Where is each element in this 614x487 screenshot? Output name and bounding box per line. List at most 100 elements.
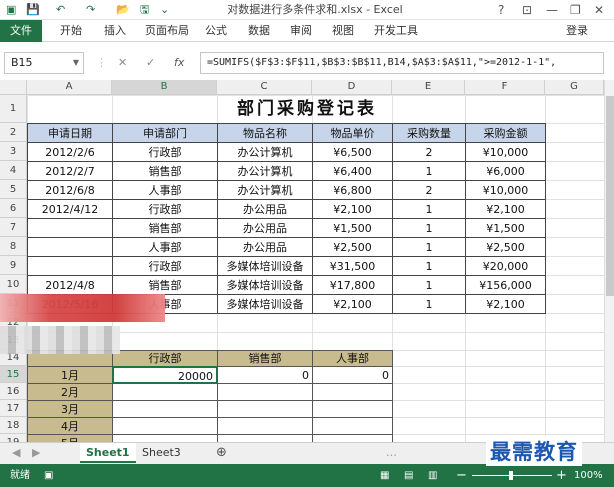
table-cell[interactable]: 2012/6/8 xyxy=(27,180,113,200)
table-cell[interactable]: 2012/4/12 xyxy=(27,199,113,219)
summary-month-cell[interactable]: 4月 xyxy=(27,417,113,435)
tab-data[interactable]: 数据 xyxy=(248,20,270,42)
table-header-cell[interactable]: 采购金额 xyxy=(465,123,546,143)
table-cell[interactable]: 人事部 xyxy=(112,180,218,200)
table-cell[interactable]: 办公用品 xyxy=(217,218,313,238)
row-header-5[interactable]: 5 xyxy=(0,180,27,199)
table-cell[interactable]: 多媒体培训设备 xyxy=(217,275,313,295)
table-cell[interactable]: 多媒体培训设备 xyxy=(217,256,313,276)
summary-value-cell[interactable] xyxy=(312,383,393,401)
table-cell[interactable]: 行政部 xyxy=(112,142,218,162)
chevron-down-icon[interactable]: ▼ xyxy=(73,53,79,73)
summary-value-cell[interactable] xyxy=(217,434,313,442)
row-header-1[interactable]: 1 xyxy=(0,95,27,123)
table-cell[interactable] xyxy=(27,237,113,257)
table-cell[interactable]: 销售部 xyxy=(112,218,218,238)
table-cell[interactable]: ¥20,000 xyxy=(465,256,546,276)
table-cell[interactable]: 2012/2/6 xyxy=(27,142,113,162)
row-header-16[interactable]: 16 xyxy=(0,383,27,400)
column-header-d[interactable]: D xyxy=(312,80,392,95)
table-cell[interactable]: 办公计算机 xyxy=(217,180,313,200)
print-icon[interactable]: 🖫 xyxy=(140,2,149,18)
table-cell[interactable]: ¥2,100 xyxy=(312,294,393,314)
zoom-level[interactable]: 100% xyxy=(574,464,603,487)
summary-month-cell[interactable]: 1月 xyxy=(27,366,113,384)
table-cell[interactable]: 办公计算机 xyxy=(217,142,313,162)
row-header-18[interactable]: 18 xyxy=(0,417,27,434)
undo-icon[interactable]: ↶ xyxy=(56,2,65,18)
table-cell[interactable]: 销售部 xyxy=(112,161,218,181)
table-cell[interactable]: 1 xyxy=(392,294,466,314)
table-cell[interactable]: ¥6,000 xyxy=(465,161,546,181)
redo-icon[interactable]: ↷ xyxy=(86,2,95,18)
table-header-cell[interactable]: 申请部门 xyxy=(112,123,218,143)
tab-page-layout[interactable]: 页面布局 xyxy=(145,20,189,42)
page-break-view-icon[interactable]: ▥ xyxy=(428,464,437,487)
row-header-15[interactable]: 15 xyxy=(0,366,27,383)
table-cell[interactable]: ¥10,000 xyxy=(465,180,546,200)
table-cell[interactable]: ¥2,100 xyxy=(465,294,546,314)
formula-input[interactable]: =SUMIFS($F$3:$F$11,$B$3:$B$11,B14,$A$3:$… xyxy=(200,52,604,74)
close-button[interactable]: ✕ xyxy=(594,2,604,18)
summary-month-cell[interactable]: 3月 xyxy=(27,400,113,418)
table-cell[interactable]: 2 xyxy=(392,142,466,162)
table-cell[interactable]: ¥2,100 xyxy=(312,199,393,219)
macro-record-icon[interactable]: ▣ xyxy=(44,464,53,487)
table-cell[interactable]: 2 xyxy=(392,180,466,200)
table-cell[interactable]: 办公用品 xyxy=(217,237,313,257)
summary-month-cell[interactable]: 2月 xyxy=(27,383,113,401)
normal-view-icon[interactable]: ▦ xyxy=(380,464,389,487)
summary-value-cell[interactable] xyxy=(217,417,313,435)
customize-icon[interactable]: ⌄ xyxy=(160,2,169,18)
summary-value-cell[interactable]: 0 xyxy=(312,366,393,384)
summary-value-cell[interactable] xyxy=(217,383,313,401)
summary-value-cell[interactable] xyxy=(312,434,393,442)
spreadsheet-grid[interactable]: ABCDEFG123456789101112131415161718192021… xyxy=(0,80,604,442)
minimize-button[interactable]: — xyxy=(546,2,558,18)
sheet-more-icon[interactable]: … xyxy=(380,443,403,463)
tab-developer[interactable]: 开发工具 xyxy=(374,20,418,42)
zoom-in-button[interactable]: + xyxy=(556,464,567,487)
column-header-c[interactable]: C xyxy=(217,80,312,95)
table-cell[interactable]: 1 xyxy=(392,275,466,295)
row-header-3[interactable]: 3 xyxy=(0,142,27,161)
table-cell[interactable] xyxy=(27,218,113,238)
table-cell[interactable]: ¥6,400 xyxy=(312,161,393,181)
column-header-e[interactable]: E xyxy=(392,80,465,95)
table-cell[interactable]: 1 xyxy=(392,199,466,219)
table-cell[interactable]: 办公计算机 xyxy=(217,161,313,181)
table-cell[interactable]: ¥2,500 xyxy=(465,237,546,257)
table-cell[interactable]: ¥6,800 xyxy=(312,180,393,200)
table-header-cell[interactable]: 物品名称 xyxy=(217,123,313,143)
row-header-6[interactable]: 6 xyxy=(0,199,27,218)
summary-value-cell[interactable] xyxy=(217,400,313,418)
open-icon[interactable]: 📂 xyxy=(116,2,130,18)
table-cell[interactable]: 1 xyxy=(392,161,466,181)
table-cell[interactable]: 2012/2/7 xyxy=(27,161,113,181)
table-cell[interactable]: 人事部 xyxy=(112,237,218,257)
column-header-g[interactable]: G xyxy=(545,80,604,95)
row-header-7[interactable]: 7 xyxy=(0,218,27,237)
table-cell[interactable]: ¥6,500 xyxy=(312,142,393,162)
table-cell[interactable]: 1 xyxy=(392,256,466,276)
row-header-8[interactable]: 8 xyxy=(0,237,27,256)
summary-value-cell[interactable] xyxy=(312,417,393,435)
table-cell[interactable]: ¥31,500 xyxy=(312,256,393,276)
zoom-slider-thumb[interactable] xyxy=(509,471,513,480)
table-header-cell[interactable]: 采购数量 xyxy=(392,123,466,143)
row-header-17[interactable]: 17 xyxy=(0,400,27,417)
select-all-corner[interactable] xyxy=(0,80,27,95)
table-cell[interactable]: 行政部 xyxy=(112,256,218,276)
summary-value-cell[interactable] xyxy=(112,434,218,442)
ribbon-display-button[interactable]: ⊡ xyxy=(522,2,532,18)
table-cell[interactable]: ¥2,500 xyxy=(312,237,393,257)
summary-month-cell[interactable]: 5月 xyxy=(27,434,113,442)
table-cell[interactable]: ¥17,800 xyxy=(312,275,393,295)
tab-view[interactable]: 视图 xyxy=(332,20,354,42)
table-cell[interactable]: 办公用品 xyxy=(217,199,313,219)
sheet-tab-sheet1[interactable]: Sheet1 xyxy=(80,443,136,463)
insert-function-button[interactable]: fx xyxy=(174,55,184,71)
table-cell[interactable]: ¥1,500 xyxy=(312,218,393,238)
table-cell[interactable]: 行政部 xyxy=(112,199,218,219)
row-header-4[interactable]: 4 xyxy=(0,161,27,180)
